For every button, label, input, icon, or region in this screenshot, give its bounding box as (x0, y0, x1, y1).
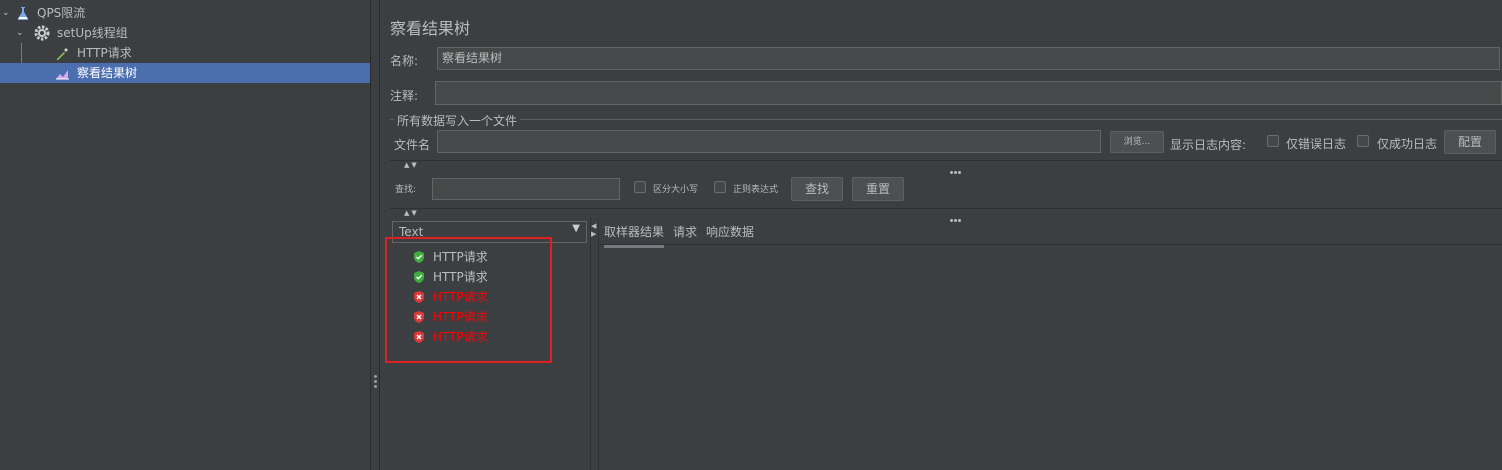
flask-icon (16, 6, 30, 20)
comment-label: 注释: (390, 89, 419, 103)
splitter-grip[interactable] (950, 163, 962, 177)
errors-only-label: 仅错误日志 (1286, 137, 1347, 151)
filename-field[interactable] (437, 130, 1101, 153)
tree-item-qps[interactable]: ⌄ QPS限流 (0, 3, 370, 23)
comment-field[interactable] (435, 81, 1502, 105)
inner-splitter[interactable]: ◀ ▶ (590, 218, 599, 470)
chevron-down-icon[interactable]: ⌄ (2, 3, 10, 23)
collapse-arrows-icon[interactable]: ▲▼ (404, 161, 419, 169)
splitter-grip[interactable] (950, 211, 962, 225)
pipette-icon (55, 46, 70, 61)
collapse-left-icon[interactable]: ◀ ▶ (591, 222, 596, 238)
case-sensitive-label: 区分大小写 (653, 185, 699, 195)
view-results-tree-panel: 察看结果树 名称: 察看结果树 注释: 所有数据写入一个文件 文件名 浏览...… (380, 0, 1502, 470)
tree-item-view-results-tree[interactable]: 察看结果树 (0, 63, 370, 83)
file-group-label: 所有数据写入一个文件 (394, 112, 521, 129)
tab-sampler-result[interactable]: 取样器结果 (604, 219, 665, 248)
result-detail-area (599, 248, 1502, 470)
dropdown-arrow-icon[interactable]: ▼ (572, 223, 580, 234)
tree-item-setup-thread-group[interactable]: ⌄ setUp线程组 (0, 23, 370, 43)
browse-button[interactable]: 浏览... (1110, 131, 1164, 153)
tree-item-label: 察看结果树 (77, 66, 138, 80)
success-only-checkbox[interactable] (1357, 135, 1369, 147)
collapse-arrows-icon[interactable]: ▲▼ (404, 209, 419, 217)
main-splitter[interactable] (370, 0, 380, 470)
config-button[interactable]: 配置 (1444, 130, 1496, 154)
search-label: 查找: (395, 185, 417, 195)
panel-title: 察看结果树 (390, 19, 471, 38)
case-sensitive-checkbox[interactable] (634, 181, 646, 193)
success-only-label: 仅成功日志 (1377, 137, 1438, 151)
horizontal-splitter[interactable]: ▲▼ (390, 160, 1502, 174)
tree-item-label: setUp线程组 (57, 26, 128, 40)
tree-item-label: HTTP请求 (77, 46, 132, 60)
test-plan-tree: ⌄ QPS限流 ⌄ setUp线程组 HTTP请求 察看结果树 (0, 0, 370, 470)
chevron-down-icon[interactable]: ⌄ (16, 23, 24, 43)
log-display-label: 显示日志内容: (1170, 138, 1247, 152)
find-button[interactable]: 查找 (791, 177, 843, 201)
tree-item-label: QPS限流 (37, 6, 86, 20)
highlight-box (385, 237, 552, 363)
regex-label: 正则表达式 (733, 185, 779, 195)
regex-checkbox[interactable] (714, 181, 726, 193)
tab-request[interactable]: 请求 (673, 219, 697, 245)
name-label: 名称: (390, 54, 419, 68)
errors-only-checkbox[interactable] (1267, 135, 1279, 147)
name-field[interactable]: 察看结果树 (437, 47, 1500, 70)
filename-label: 文件名 (394, 138, 431, 152)
tab-response-data[interactable]: 响应数据 (706, 219, 754, 245)
splitter-grip[interactable] (374, 375, 377, 390)
reset-button[interactable]: 重置 (852, 177, 904, 201)
gear-icon (34, 25, 50, 41)
horizontal-splitter[interactable]: ▲▼ (390, 208, 1502, 222)
tree-item-http-request[interactable]: HTTP请求 (0, 43, 370, 63)
chart-icon (55, 66, 70, 81)
search-input[interactable] (432, 178, 620, 200)
